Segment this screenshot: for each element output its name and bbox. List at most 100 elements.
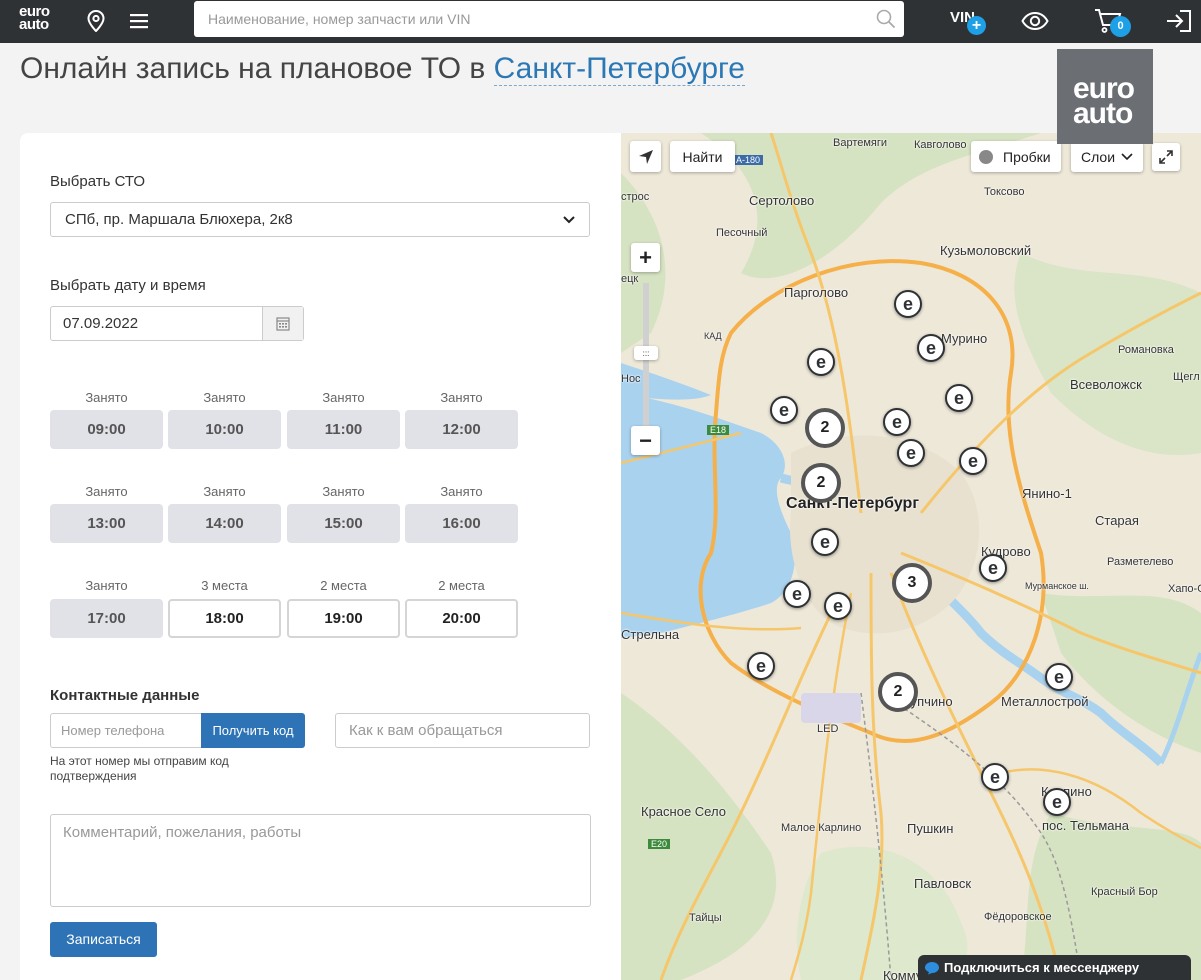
search-icon[interactable] — [868, 1, 904, 37]
slot-status: Занято — [85, 390, 128, 405]
get-code-button[interactable]: Получить код — [201, 713, 305, 748]
map-label-strelna: Стрельна — [621, 627, 680, 642]
date-time-label: Выбрать дату и время — [50, 277, 206, 294]
map-label-lisy-nos: Нос — [621, 373, 641, 385]
service-cluster[interactable]: 3 — [892, 563, 932, 603]
service-marker[interactable]: e — [1045, 663, 1073, 691]
name-input[interactable] — [335, 713, 590, 748]
eye-icon[interactable] — [1020, 8, 1050, 34]
slot-status: 2 места — [320, 578, 367, 593]
fullscreen-button[interactable] — [1152, 143, 1180, 171]
chevron-down-icon — [1121, 152, 1133, 160]
service-marker[interactable]: e — [894, 290, 922, 318]
location-pin-icon[interactable] — [83, 8, 109, 34]
service-marker[interactable]: e — [979, 554, 1007, 582]
time-slot: 17:00 — [50, 599, 163, 638]
map-view[interactable]: Вартемяги Кавголово Токсово Сертолово Пе… — [621, 133, 1201, 980]
messenger-button[interactable]: Подключиться к мессенджеру — [918, 955, 1191, 980]
submit-button[interactable]: Записаться — [50, 922, 157, 957]
map-label-pushkin: Пушкин — [907, 821, 954, 836]
slot-status: Занято — [85, 484, 128, 499]
time-slot-available[interactable]: 18:00 — [168, 599, 281, 638]
service-marker[interactable]: e — [959, 447, 987, 475]
map-label-krasny-bor: Красный Бор — [1091, 886, 1158, 898]
zoom-in-button[interactable]: + — [631, 243, 660, 272]
geolocation-button[interactable] — [630, 141, 661, 172]
map-label-vsevolozhsk: Всеволожск — [1070, 377, 1142, 392]
service-cluster[interactable]: 2 — [805, 408, 845, 448]
top-header: euro auto VIN + 0 — [0, 0, 1201, 43]
phone-hint: На этот номер мы отправим код подтвержде… — [50, 754, 229, 783]
traffic-label: Пробки — [1003, 148, 1051, 165]
chat-icon — [924, 961, 940, 978]
time-slot: 15:00 — [287, 504, 400, 543]
time-slot: 13:00 — [50, 504, 163, 543]
vin-add-icon[interactable]: + — [967, 16, 986, 35]
service-marker[interactable]: e — [883, 408, 911, 436]
sto-select-value: СПб, пр. Маршала Блюхера, 2к8 — [65, 211, 293, 228]
map-label-kavgolovo: Кавголово — [914, 139, 967, 151]
navigation-arrow-icon — [638, 149, 653, 164]
road-badge: А-180 — [733, 155, 764, 165]
slot-status: Занято — [440, 390, 483, 405]
site-logo[interactable]: euro auto — [19, 4, 55, 37]
slot-status: Занято — [85, 578, 128, 593]
map-label-pavlovsk: Павловск — [914, 876, 972, 891]
service-marker[interactable]: e — [811, 528, 839, 556]
service-cluster[interactable]: 2 — [878, 672, 918, 712]
chevron-down-icon — [563, 211, 575, 228]
time-slot: 16:00 — [405, 504, 518, 543]
calendar-icon[interactable] — [262, 307, 303, 340]
service-marker[interactable]: e — [917, 334, 945, 362]
menu-icon[interactable] — [126, 8, 152, 34]
comment-textarea[interactable] — [50, 814, 591, 907]
service-marker[interactable]: e — [770, 396, 798, 424]
map-label-khapo-oe: Хапо-О — [1168, 583, 1201, 595]
service-marker[interactable]: e — [945, 384, 973, 412]
slot-status: 3 места — [201, 578, 248, 593]
map-label-saint-petersburg: Санкт-Петербург — [786, 495, 919, 512]
date-value[interactable]: 07.09.2022 — [51, 307, 262, 340]
service-marker[interactable]: e — [897, 439, 925, 467]
login-icon[interactable] — [1164, 8, 1194, 34]
service-cluster[interactable]: 2 — [801, 463, 841, 503]
traffic-button[interactable]: Пробки — [971, 141, 1061, 172]
service-marker[interactable]: e — [807, 348, 835, 376]
date-field[interactable]: 07.09.2022 — [50, 306, 304, 341]
time-slot-available[interactable]: 19:00 — [287, 599, 400, 638]
map-find-button[interactable]: Найти — [670, 141, 735, 172]
road-label: Мурманское ш. — [1025, 581, 1089, 591]
zoom-slider-handle[interactable]: ::: — [634, 346, 658, 360]
map-label-telmana: пос. Тельмана — [1042, 818, 1129, 833]
map-label-romanovka: Романовка — [1118, 344, 1174, 356]
cart-count-badge: 0 — [1110, 16, 1131, 37]
time-slot: 11:00 — [287, 410, 400, 449]
map-label-pesochny: Песочный — [716, 227, 768, 239]
slot-status: Занято — [322, 484, 365, 499]
layers-label: Слои — [1080, 148, 1116, 165]
service-marker[interactable]: e — [1043, 788, 1071, 816]
map-label-murino: Мурино — [941, 331, 988, 346]
layers-button[interactable]: Слои — [1071, 141, 1143, 172]
search-input[interactable] — [194, 1, 868, 37]
sto-select[interactable]: СПб, пр. Маршала Блюхера, 2к8 — [50, 202, 590, 237]
phone-input[interactable] — [50, 713, 201, 748]
service-marker[interactable]: e — [747, 652, 775, 680]
zoom-out-button[interactable]: − — [631, 426, 660, 455]
time-slot: 12:00 — [405, 410, 518, 449]
service-marker[interactable]: e — [824, 592, 852, 620]
city-selector-link[interactable]: Санкт-Петербурге — [493, 52, 745, 86]
service-marker[interactable]: e — [981, 763, 1009, 791]
time-slot: 10:00 — [168, 410, 281, 449]
map-label-taitsy: Тайцы — [689, 912, 722, 924]
page-title-text: Онлайн запись на плановое ТО в — [20, 52, 486, 85]
map-label-vartemyagi: Вартемяги — [833, 137, 888, 149]
slot-status: Занято — [440, 484, 483, 499]
messenger-label: Подключиться к мессенджеру — [944, 960, 1140, 975]
service-marker[interactable]: e — [783, 580, 811, 608]
contact-section-title: Контактные данные — [50, 687, 200, 704]
map-label-pargolovo: Парголово — [784, 285, 849, 300]
traffic-indicator-icon — [979, 149, 993, 164]
map-label-maloe-karlino: Малое Карлино — [781, 822, 862, 834]
time-slot-available[interactable]: 20:00 — [405, 599, 518, 638]
